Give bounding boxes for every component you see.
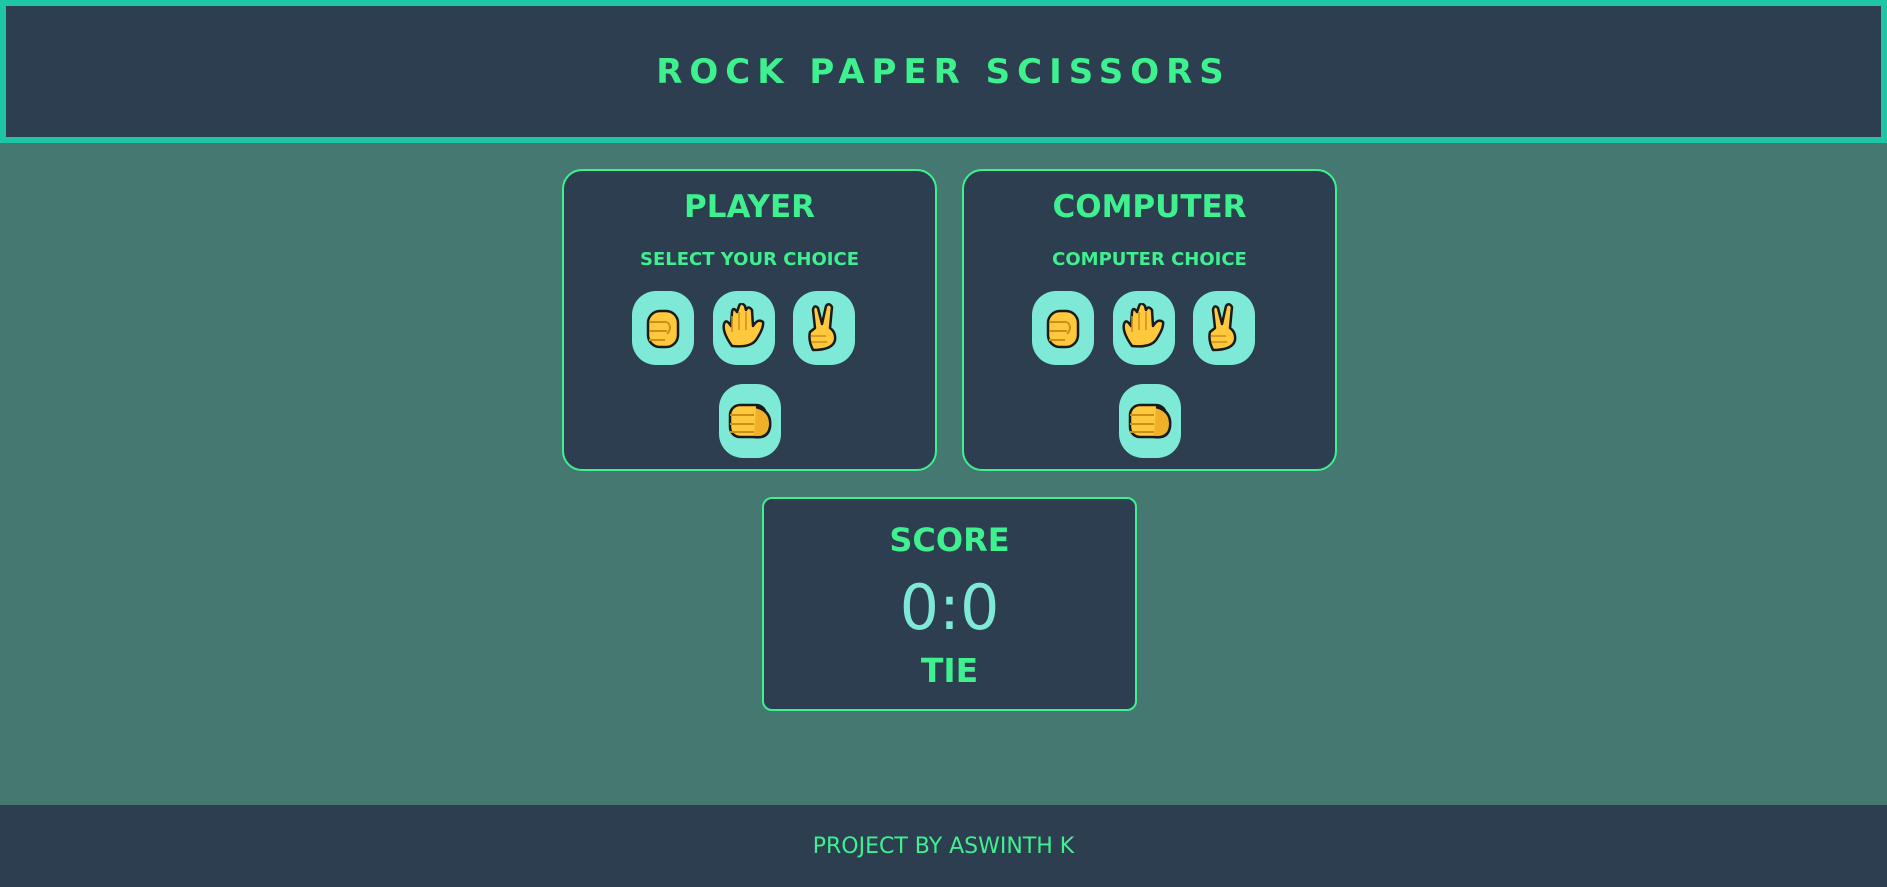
computer-card: COMPUTER COMPUTER CHOICE (962, 169, 1337, 471)
score-card: SCORE 0:0 TIE (762, 497, 1137, 711)
oncoming-fist-icon (728, 403, 772, 439)
app-header: ROCK PAPER SCISSORS (0, 0, 1887, 143)
oncoming-fist-icon (1128, 403, 1172, 439)
result-text: TIE (920, 651, 979, 690)
player-fist-button[interactable] (719, 384, 781, 458)
computer-paper-choice (1113, 291, 1175, 365)
player-scissors-button[interactable] (793, 291, 855, 365)
player-subtitle: SELECT YOUR CHOICE (640, 249, 859, 270)
victory-hand-icon (1208, 303, 1237, 352)
raised-hand-icon (722, 303, 765, 348)
score-label: SCORE (889, 521, 1010, 559)
computer-fist-choice (1119, 384, 1181, 458)
raised-hand-icon (1122, 303, 1165, 348)
page-footer: PROJECT BY ASWINTH K (0, 805, 1887, 887)
player-rock-button[interactable] (632, 291, 694, 365)
score-value: 0:0 (899, 571, 1000, 644)
computer-scissors-choice (1193, 291, 1255, 365)
page-title: ROCK PAPER SCISSORS (656, 51, 1231, 92)
victory-hand-icon (808, 303, 837, 352)
computer-rock-choice (1032, 291, 1094, 365)
computer-title: COMPUTER (1052, 189, 1247, 225)
player-card: PLAYER SELECT YOUR CHOICE (562, 169, 937, 471)
player-paper-button[interactable] (713, 291, 775, 365)
raised-fist-icon (1046, 309, 1080, 349)
raised-fist-icon (646, 309, 680, 349)
computer-subtitle: COMPUTER CHOICE (1052, 249, 1247, 270)
footer-credit: PROJECT BY ASWINTH K (812, 833, 1075, 859)
player-title: PLAYER (684, 189, 815, 225)
